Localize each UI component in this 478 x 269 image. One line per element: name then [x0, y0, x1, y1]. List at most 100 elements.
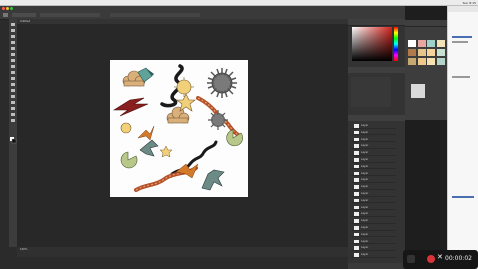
color-panel-header[interactable]: [348, 19, 405, 26]
color-field[interactable]: [352, 27, 392, 61]
adjustment-preview: [411, 84, 425, 98]
layer-name: Layer: [361, 124, 369, 127]
layer-name: Layer: [361, 171, 369, 175]
body-text: [452, 41, 468, 43]
layers-footer[interactable]: [348, 263, 405, 269]
swatch[interactable]: [436, 49, 445, 56]
right-panels: Layer Layer Layer Layer Layer Layer Layer Layer…: [348, 19, 405, 269]
layer-row[interactable]: Layer: [351, 205, 396, 211]
layer-name: Layer: [361, 164, 369, 168]
swatch-grid[interactable]: [407, 40, 445, 72]
close-icon[interactable]: [2, 7, 5, 10]
layers-panel-header[interactable]: [348, 115, 405, 121]
record-icon[interactable]: [427, 255, 435, 263]
maximize-icon[interactable]: [10, 7, 13, 10]
photoshop-window: Untitled 100% Layer Layer Layer Layer La…: [0, 6, 405, 269]
swatch[interactable]: [436, 40, 445, 47]
layer-row[interactable]: Layer: [351, 239, 396, 245]
layer-thumbnail: [354, 253, 359, 257]
minimize-icon[interactable]: [6, 7, 9, 10]
spiky-sun: [207, 68, 237, 98]
swatch[interactable]: [417, 58, 426, 65]
body-text: [452, 76, 470, 78]
timeline-bar[interactable]: 100%: [17, 247, 348, 257]
layer-name: Layer: [361, 137, 369, 141]
tool-options[interactable]: [40, 13, 100, 17]
swatch[interactable]: [417, 40, 426, 47]
layer-row[interactable]: Layer: [351, 232, 396, 238]
layer-name: Layer: [361, 212, 369, 216]
layer-row[interactable]: Layer: [351, 164, 396, 170]
document-area[interactable]: Untitled 100%: [17, 19, 348, 257]
layer-row[interactable]: Layer: [351, 184, 396, 190]
swatch[interactable]: [408, 40, 416, 47]
layer-thumbnail: [354, 232, 359, 237]
layer-thumbnail: [354, 144, 359, 148]
tool-icons[interactable]: [9, 19, 17, 247]
layer-thumbnail: [354, 124, 359, 128]
layer-name: Layer: [361, 226, 369, 229]
layer-row[interactable]: Layer: [351, 218, 396, 224]
layer-row[interactable]: Layer: [351, 252, 396, 258]
layer-name: Layer: [361, 219, 369, 223]
swatch[interactable]: [427, 40, 435, 47]
swatch[interactable]: [408, 49, 416, 56]
layer-row[interactable]: Layer: [351, 211, 396, 217]
layer-row[interactable]: Layer: [351, 130, 396, 136]
layer-thumbnail: [354, 219, 359, 223]
illustration: [112, 64, 243, 192]
layer-thumbnail: [354, 137, 359, 142]
layer-name: Layer: [361, 158, 369, 161]
layer-name: Layer: [361, 232, 369, 236]
layer-thumbnail: [354, 246, 359, 250]
layer-row[interactable]: Layer: [351, 150, 396, 156]
layer-thumbnail: [354, 171, 359, 176]
background-browser[interactable]: [447, 6, 478, 269]
home-icon[interactable]: [3, 13, 8, 17]
swatch[interactable]: [427, 58, 435, 65]
swatches-header[interactable]: [405, 20, 447, 27]
layer-row[interactable]: Layer: [351, 143, 396, 149]
layer-thumbnail: [354, 158, 359, 162]
align-options[interactable]: [110, 13, 200, 17]
layer-name: Layer: [361, 239, 369, 243]
layer-row[interactable]: Layer: [351, 157, 396, 163]
layer-row[interactable]: Layer: [351, 123, 396, 129]
link-text[interactable]: [452, 36, 472, 38]
close-icon[interactable]: ✕: [437, 253, 443, 261]
browser-toolbar: [448, 6, 478, 12]
recording-timer: 00:00:02: [445, 255, 472, 262]
tools-panel: [9, 19, 17, 247]
layer-thumbnail: [354, 130, 359, 135]
layer-name: Layer: [361, 192, 369, 195]
layer-name: Layer: [361, 151, 369, 155]
layer-row[interactable]: Layer: [351, 191, 396, 197]
swatch[interactable]: [408, 58, 416, 65]
swatches-panel: [405, 20, 447, 120]
layer-name: Layer: [361, 253, 369, 257]
layer-name: Layer: [361, 144, 369, 148]
screen-thumb-icon[interactable]: [407, 255, 415, 263]
swatch[interactable]: [427, 49, 435, 56]
layer-row[interactable]: Layer: [351, 245, 396, 251]
artboard-canvas[interactable]: [110, 60, 248, 197]
tool-preset-dropdown[interactable]: [12, 13, 36, 17]
layer-row[interactable]: Layer: [351, 177, 396, 183]
layer-row[interactable]: Layer: [351, 137, 396, 143]
layer-row[interactable]: Layer: [351, 225, 396, 231]
layer-thumbnail: [354, 205, 359, 210]
swatch[interactable]: [417, 49, 426, 56]
layer-name: Layer: [361, 205, 369, 209]
properties-panel-header[interactable]: [348, 67, 405, 73]
layer-row[interactable]: Layer: [351, 198, 396, 204]
hue-slider[interactable]: [394, 27, 398, 61]
layer-name: Layer: [361, 246, 369, 250]
document-tab[interactable]: Untitled: [17, 19, 348, 24]
layer-thumbnail: [354, 151, 359, 155]
layer-thumbnail: [354, 212, 359, 216]
swatch[interactable]: [436, 58, 445, 65]
layer-row[interactable]: Layer: [351, 171, 396, 177]
layers-list: Layer Layer Layer Layer Layer Layer Layer Layer…: [351, 123, 396, 263]
link-text[interactable]: [452, 196, 474, 198]
layer-name: Layer: [361, 198, 369, 202]
